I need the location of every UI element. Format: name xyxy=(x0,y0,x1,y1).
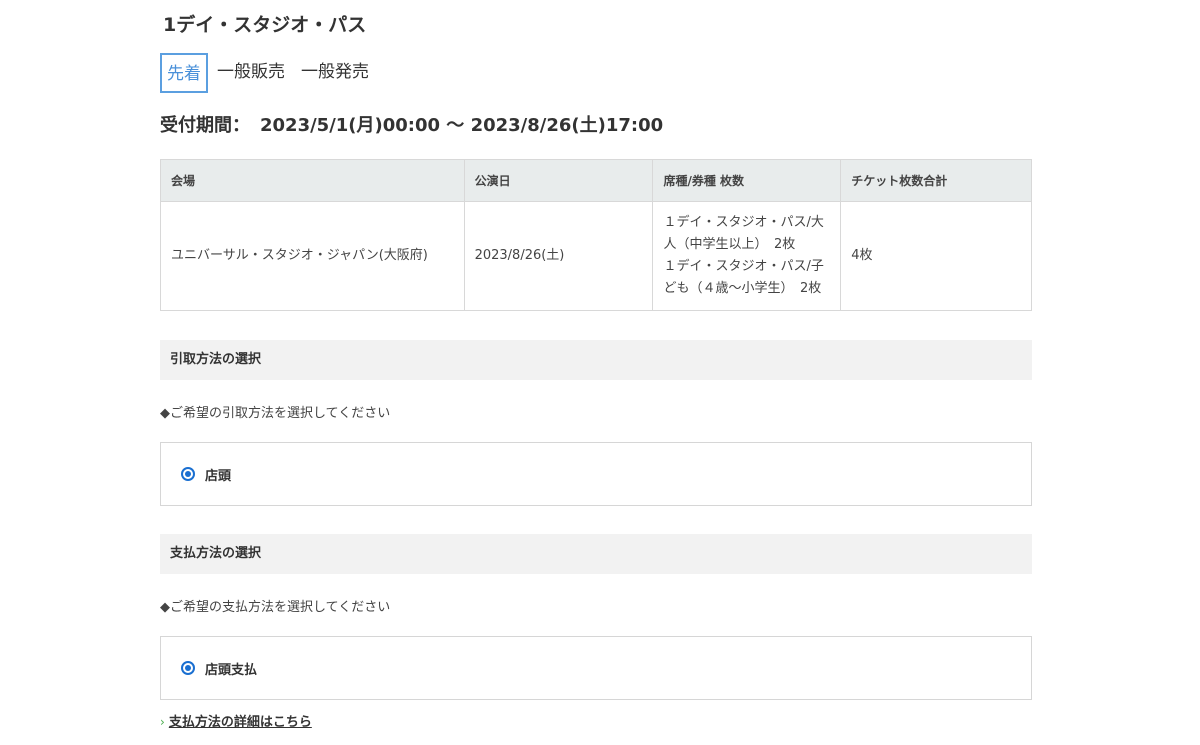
cell-date: 2023/8/26(土) xyxy=(463,201,654,311)
order-summary-table: 会場 公演日 席種/券種 枚数 チケット枚数合計 ユニバーサル・スタジオ・ジャパ… xyxy=(160,159,1032,311)
chevron-right-icon: › xyxy=(160,715,165,729)
radio-selected-icon[interactable] xyxy=(181,467,195,481)
tab-general-sale[interactable]: 一般販売 xyxy=(210,53,292,93)
cell-venue: ユニバーサル・スタジオ・ジャパン(大阪府) xyxy=(160,201,465,311)
ticket-type-adult: １デイ・スタジオ・パス/大人（中学生以上） 2枚 xyxy=(663,215,824,252)
pickup-option-label: 店頭 xyxy=(205,468,232,484)
cell-total: 4枚 xyxy=(840,201,1032,311)
pickup-option-store[interactable]: 店頭 xyxy=(160,442,1032,506)
reception-period: 受付期間： 2023/5/1(月)00:00 ～ 2023/8/26(土)17:0… xyxy=(160,111,663,137)
pickup-section-heading: 引取方法の選択 xyxy=(160,340,1032,380)
table-row: ユニバーサル・スタジオ・ジャパン(大阪府) 2023/8/26(土) １デイ・ス… xyxy=(160,201,1032,311)
header-date: 公演日 xyxy=(463,159,654,202)
payment-option-store[interactable]: 店頭支払 xyxy=(160,636,1032,700)
product-title: 1デイ・スタジオ・パス xyxy=(163,14,367,36)
period-value: 2023/5/1(月)00:00 ～ 2023/8/26(土)17:00 xyxy=(260,115,664,136)
payment-option-label: 店頭支払 xyxy=(205,662,258,678)
tab-general-release[interactable]: 一般発売 xyxy=(294,53,376,93)
radio-selected-icon[interactable] xyxy=(181,661,195,675)
payment-section-heading: 支払方法の選択 xyxy=(160,534,1032,574)
header-venue: 会場 xyxy=(160,159,465,202)
header-ticket-types: 席種/券種 枚数 xyxy=(652,159,842,202)
payment-details-link[interactable]: › 支払方法の詳細はこちら xyxy=(160,711,312,730)
ticket-type-child: １デイ・スタジオ・パス/子ども（４歳～小学生） 2枚 xyxy=(663,259,824,296)
table-header-row: 会場 公演日 席種/券種 枚数 チケット枚数合計 xyxy=(160,159,1032,202)
header-total: チケット枚数合計 xyxy=(840,159,1032,202)
pickup-instruction: ◆ご希望の引取方法を選択してください xyxy=(160,406,391,421)
period-label: 受付期間： xyxy=(160,115,250,136)
payment-details-link-text: 支払方法の詳細はこちら xyxy=(168,715,312,730)
payment-instruction: ◆ご希望の支払方法を選択してください xyxy=(160,600,391,615)
sale-type-tabs: 先着 一般販売 一般発売 xyxy=(160,53,378,93)
cell-ticket-types: １デイ・スタジオ・パス/大人（中学生以上） 2枚 １デイ・スタジオ・パス/子ども… xyxy=(652,201,842,311)
tab-first-come[interactable]: 先着 xyxy=(160,53,208,93)
